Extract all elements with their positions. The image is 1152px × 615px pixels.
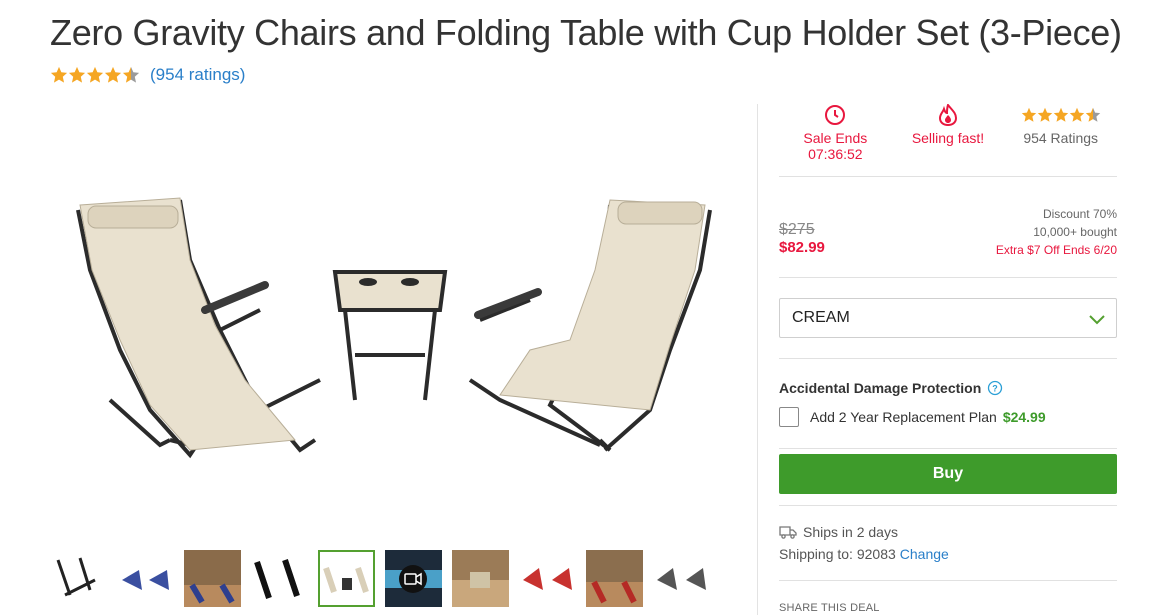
- column-divider: [757, 104, 758, 615]
- damage-protection-title: Accidental Damage Protection: [779, 380, 982, 396]
- thumbnail-strip: [50, 550, 720, 607]
- star-icon: [1021, 107, 1036, 122]
- sale-price: $82.99: [779, 239, 825, 256]
- star-icon: [68, 66, 86, 83]
- star-icon: [1037, 107, 1052, 122]
- thumbnail-image[interactable]: [653, 550, 710, 607]
- shipping-to-row: Shipping to: 92083 Change: [779, 546, 949, 562]
- rating-stars: [50, 66, 140, 84]
- truck-icon: [779, 526, 797, 539]
- original-price: $275: [779, 221, 815, 238]
- change-zip-link[interactable]: Change: [900, 546, 949, 562]
- buy-button[interactable]: Buy: [779, 454, 1117, 494]
- divider: [779, 358, 1117, 359]
- rating-row: (954 ratings): [50, 64, 245, 86]
- thumbnail-image[interactable]: [586, 550, 643, 607]
- thumbnail-image[interactable]: [117, 550, 174, 607]
- divider: [779, 277, 1117, 278]
- help-icon[interactable]: ?: [987, 380, 1003, 396]
- divider: [779, 580, 1117, 581]
- price-meta: Discount 70% 10,000+ bought Extra $7 Off…: [996, 205, 1117, 259]
- replacement-plan-option[interactable]: Add 2 Year Replacement Plan $24.99: [779, 407, 1046, 427]
- share-deal-label: SHARE THIS DEAL: [779, 602, 880, 614]
- star-icon: [1053, 107, 1068, 122]
- divider: [779, 505, 1117, 506]
- thumbnail-image[interactable]: [184, 550, 241, 607]
- selling-fast-badge: Selling fast!: [892, 102, 1005, 174]
- flame-icon: [938, 104, 958, 126]
- video-thumbnail[interactable]: [385, 550, 442, 607]
- replacement-plan-label: Add 2 Year Replacement Plan: [810, 409, 997, 425]
- ratings-badge: 954 Ratings: [1004, 102, 1117, 174]
- divider: [779, 448, 1117, 449]
- half-star-icon: [122, 66, 140, 83]
- clock-icon: [825, 105, 846, 125]
- thumbnail-image-selected[interactable]: [318, 550, 375, 607]
- ships-in-row: Ships in 2 days: [779, 524, 898, 540]
- replacement-plan-checkbox[interactable]: [779, 407, 799, 427]
- thumbnail-image[interactable]: [50, 550, 107, 607]
- product-title: Zero Gravity Chairs and Folding Table wi…: [50, 12, 1122, 53]
- divider: [779, 176, 1117, 177]
- sale-ends-badge: Sale Ends 07:36:52: [779, 102, 892, 174]
- selling-fast-text: Selling fast!: [911, 130, 985, 146]
- extra-off-text: Extra $7 Off Ends 6/20: [995, 243, 1117, 257]
- thumbnail-image[interactable]: [452, 550, 509, 607]
- color-select[interactable]: CREAM: [779, 298, 1117, 338]
- ratings-count-text: 954 Ratings: [1023, 130, 1099, 146]
- svg-text:?: ?: [993, 384, 999, 394]
- color-select-value: CREAM: [792, 309, 850, 326]
- ratings-link[interactable]: (954 ratings): [150, 65, 245, 85]
- main-product-image[interactable]: [50, 110, 712, 530]
- damage-protection-heading: Accidental Damage Protection ?: [779, 380, 1003, 396]
- ships-in-text: Ships in 2 days: [803, 524, 898, 540]
- star-icon: [86, 66, 104, 83]
- replacement-plan-price: $24.99: [1002, 409, 1046, 425]
- discount-text: Discount 70%: [1042, 207, 1117, 221]
- thumbnail-image[interactable]: [519, 550, 576, 607]
- star-icon: [104, 66, 122, 83]
- thumbnail-image[interactable]: [251, 550, 308, 607]
- star-icon: [50, 66, 68, 83]
- chevron-down-icon: [1089, 315, 1105, 325]
- ratings-badge-stars: [1021, 102, 1101, 128]
- shipping-to-text: Shipping to: 92083: [779, 546, 896, 562]
- deal-badges: Sale Ends 07:36:52 Selling fast! 954 Rat…: [779, 102, 1117, 174]
- half-star-icon: [1085, 107, 1100, 122]
- star-icon: [1069, 107, 1084, 122]
- sale-timer: 07:36:52: [808, 146, 863, 162]
- bought-count: 10,000+ bought: [1033, 225, 1117, 239]
- sale-ends-label: Sale Ends: [803, 130, 868, 146]
